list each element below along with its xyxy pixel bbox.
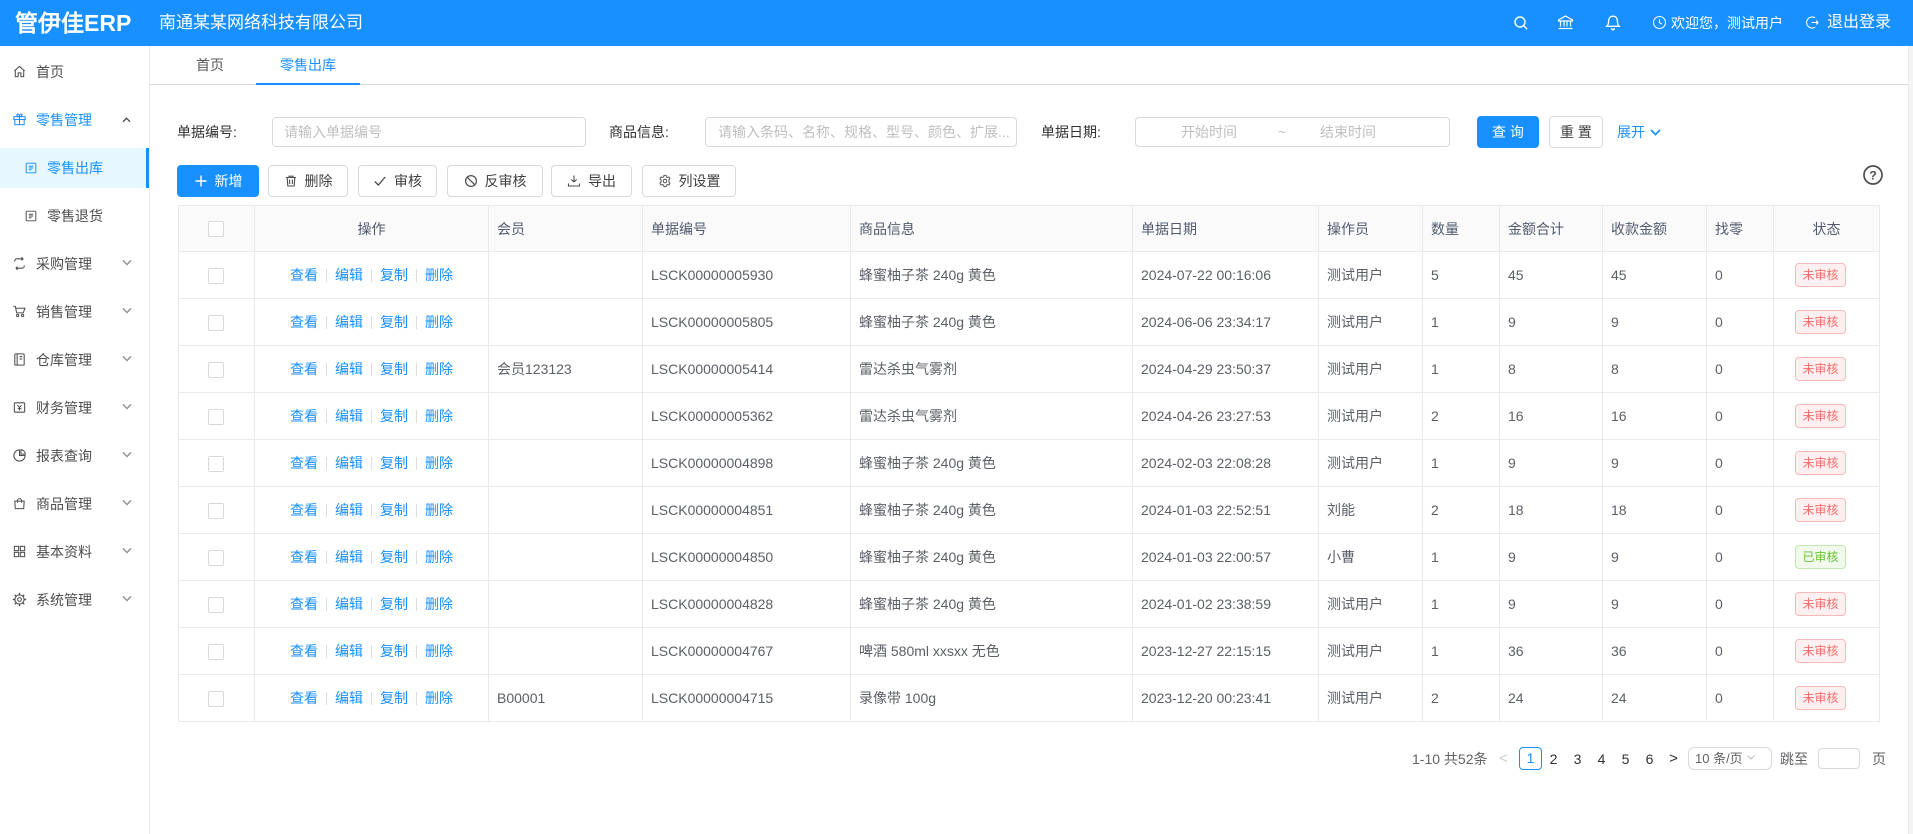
svg-text:?: ? xyxy=(1869,168,1876,182)
